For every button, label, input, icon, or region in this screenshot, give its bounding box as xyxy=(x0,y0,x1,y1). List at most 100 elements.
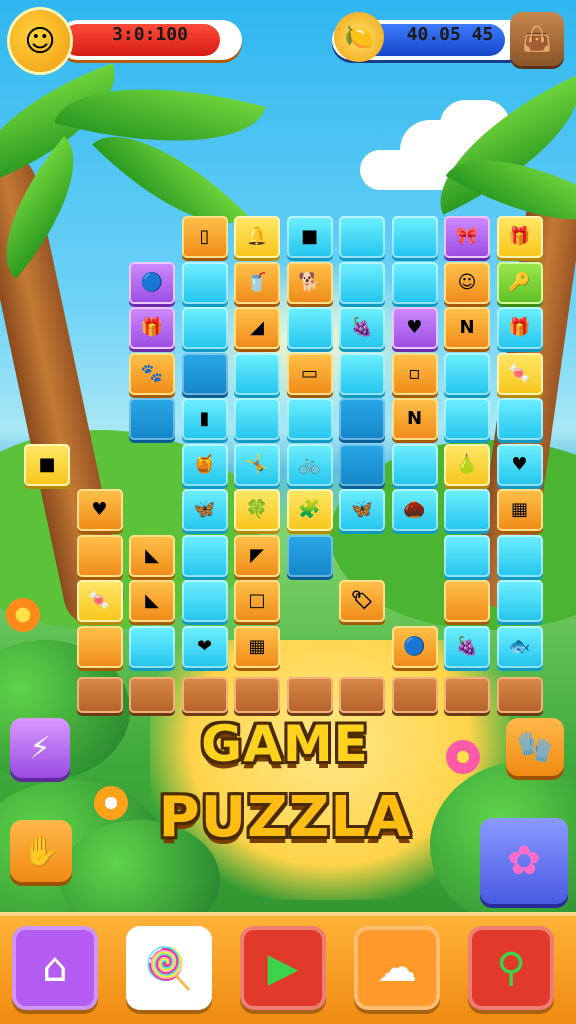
puzzle-tile[interactable]: 🐕 xyxy=(286,261,333,304)
tile-icon: 🎀 xyxy=(455,226,479,247)
puzzle-tile[interactable]: ☺ xyxy=(444,261,490,304)
tile-icon: ❤ xyxy=(196,635,213,657)
puzzle-tile[interactable]: ◣ xyxy=(129,534,175,577)
bag-icon[interactable]: 👜 xyxy=(510,12,564,66)
search-button[interactable]: ⚲ xyxy=(468,926,554,1010)
puzzle-tile[interactable] xyxy=(339,261,385,304)
puzzle-tile[interactable]: 🔵 xyxy=(129,261,175,304)
home-button[interactable]: ⌂ xyxy=(12,926,98,1010)
tile-icon: 🍇 xyxy=(350,317,374,338)
puzzle-tile[interactable] xyxy=(129,398,175,440)
puzzle-tile[interactable] xyxy=(496,398,543,440)
puzzle-tile[interactable] xyxy=(391,261,438,304)
puzzle-tile[interactable] xyxy=(339,216,385,258)
puzzle-tile[interactable]: ♥ xyxy=(496,443,543,486)
puzzle-tile[interactable] xyxy=(181,307,228,349)
puzzle-tile[interactable] xyxy=(496,534,543,577)
puzzle-tile[interactable]: N xyxy=(391,398,438,440)
puzzle-tile[interactable] xyxy=(444,489,490,531)
puzzle-tile[interactable]: ◢ xyxy=(234,307,280,349)
puzzle-tile[interactable]: ▫ xyxy=(391,352,438,395)
flower-button[interactable]: ✿ xyxy=(480,818,568,904)
tile-icon: 🥤 xyxy=(245,271,269,293)
puzzle-tile[interactable]: 🔑 xyxy=(496,261,543,304)
health-value: 3:0:100 xyxy=(112,24,188,45)
tile-icon: ▫ xyxy=(408,362,421,384)
puzzle-tile[interactable]: 🥤 xyxy=(234,261,280,304)
puzzle-tile[interactable]: 🦋 xyxy=(181,489,228,531)
puzzle-tile[interactable]: 🐾 xyxy=(129,352,175,395)
home-icon: ⌂ xyxy=(42,945,68,991)
puzzle-tile[interactable]: 🍬 xyxy=(496,352,543,395)
puzzle-tile[interactable]: ♥ xyxy=(76,489,123,531)
tile-icon: 🎁 xyxy=(140,317,164,338)
puzzle-tile[interactable]: □ xyxy=(234,580,280,622)
puzzle-tile[interactable]: 🔵 xyxy=(391,625,438,668)
puzzle-tile[interactable]: 🏷 xyxy=(339,580,385,622)
puzzle-tile[interactable]: 🎁 xyxy=(496,307,543,349)
puzzle-tile[interactable]: ◣ xyxy=(129,580,175,622)
puzzle-tile[interactable]: ◤ xyxy=(234,534,280,577)
puzzle-tile[interactable]: 🍐 xyxy=(444,443,490,486)
puzzle-tile[interactable] xyxy=(181,261,228,304)
puzzle-tile[interactable] xyxy=(76,534,123,577)
puzzle-tile[interactable]: 🎀 xyxy=(444,216,490,258)
puzzle-tile[interactable]: 🍬 xyxy=(76,580,123,622)
puzzle-tile[interactable] xyxy=(286,307,333,349)
puzzle-tile[interactable] xyxy=(234,352,280,395)
puzzle-tile[interactable]: 🦋 xyxy=(339,489,385,531)
puzzle-tile[interactable]: 🚲 xyxy=(286,443,333,486)
puzzle-tile[interactable] xyxy=(286,398,333,440)
puzzle-tile[interactable]: 🍯 xyxy=(181,443,228,486)
puzzle-tile[interactable] xyxy=(234,398,280,440)
puzzle-tile[interactable] xyxy=(339,352,385,395)
puzzle-tile[interactable]: ■ xyxy=(24,443,70,486)
puzzle-tile[interactable]: ▮ xyxy=(181,398,228,440)
puzzle-tile[interactable]: N xyxy=(444,307,490,349)
sun-face-icon[interactable]: ☺ xyxy=(10,10,70,72)
puzzle-tile[interactable]: ▯ xyxy=(181,216,228,258)
puzzle-tile[interactable] xyxy=(339,398,385,440)
puzzle-tile[interactable] xyxy=(129,625,175,668)
lightning-button[interactable]: ⚡ xyxy=(10,718,70,778)
puzzle-tile[interactable]: 🍇 xyxy=(339,307,385,349)
puzzle-tile[interactable]: 🤸 xyxy=(234,443,280,486)
puzzle-tile[interactable]: 🎁 xyxy=(496,216,543,258)
puzzle-tile[interactable]: 🔔 xyxy=(234,216,280,258)
puzzle-tile[interactable] xyxy=(391,443,438,486)
puzzle-tile[interactable] xyxy=(339,443,385,486)
puzzle-tile[interactable] xyxy=(181,580,228,622)
tile-icon: 🐕 xyxy=(298,271,321,293)
puzzle-tile[interactable] xyxy=(181,534,228,577)
puzzle-tile[interactable]: 🧩 xyxy=(286,489,333,531)
puzzle-tile[interactable]: 🌰 xyxy=(391,489,438,531)
puzzle-tile xyxy=(339,677,385,713)
tile-icon: ◣ xyxy=(145,590,159,611)
puzzle-tile[interactable]: 🍀 xyxy=(234,489,280,531)
puzzle-tile[interactable]: ■ xyxy=(286,216,333,258)
puzzle-tile[interactable]: 🐟 xyxy=(496,625,543,668)
puzzle-tile[interactable]: ♥ xyxy=(391,307,438,349)
candy-button[interactable]: 🍭 xyxy=(126,926,212,1010)
puzzle-tile[interactable]: ▭ xyxy=(286,352,333,395)
puzzle-tile[interactable] xyxy=(496,580,543,622)
play-button[interactable]: ▶ xyxy=(240,926,326,1010)
puzzle-tile[interactable]: ▦ xyxy=(496,489,543,531)
puzzle-tile[interactable]: 🍇 xyxy=(444,625,490,668)
puzzle-tile[interactable] xyxy=(444,352,490,395)
puzzle-tile[interactable]: 🎁 xyxy=(129,307,175,349)
puzzle-tile[interactable] xyxy=(444,534,490,577)
puzzle-tile[interactable] xyxy=(286,534,333,577)
tile-icon: 🎁 xyxy=(508,226,531,247)
puzzle-tile[interactable] xyxy=(444,580,490,622)
cloud-button[interactable]: ☁ xyxy=(354,926,440,1010)
hand-button[interactable]: ✋ xyxy=(10,820,72,882)
puzzle-tile[interactable] xyxy=(181,352,228,395)
puzzle-tile[interactable]: ▦ xyxy=(234,625,280,668)
puzzle-tile[interactable] xyxy=(391,216,438,258)
puzzle-tile xyxy=(181,677,228,713)
puzzle-tile[interactable]: ❤ xyxy=(181,625,228,668)
glove-button[interactable]: 🧤 xyxy=(506,718,564,776)
puzzle-tile[interactable] xyxy=(444,398,490,440)
puzzle-tile[interactable] xyxy=(76,625,123,668)
